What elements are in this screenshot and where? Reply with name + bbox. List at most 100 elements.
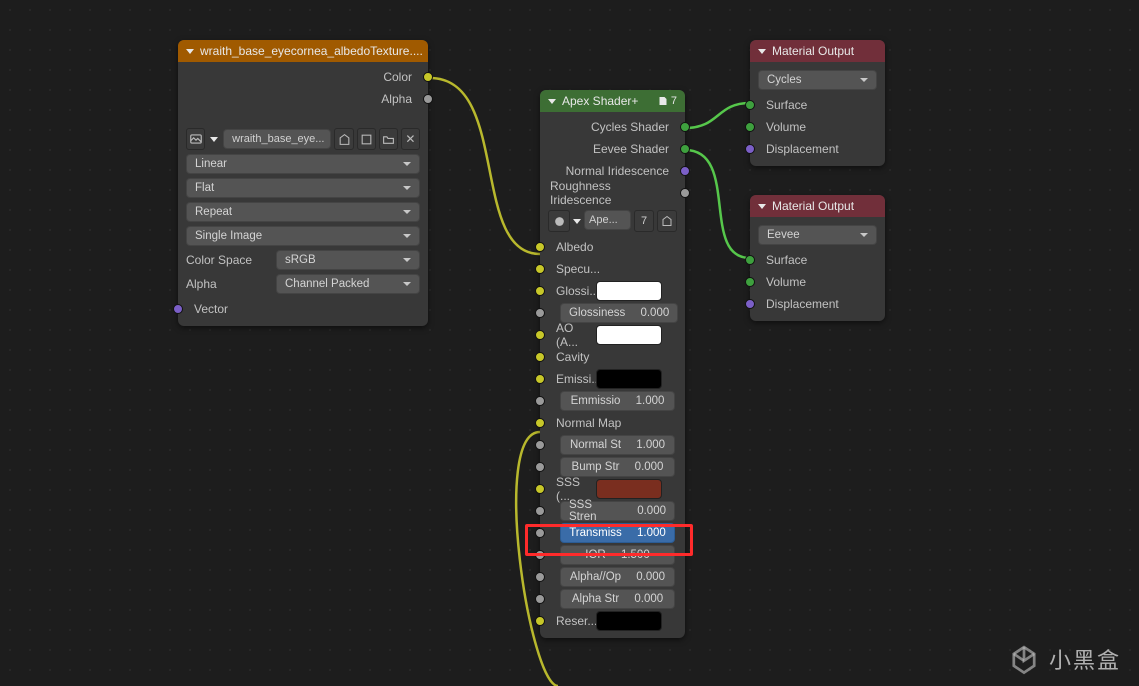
projection-dropdown[interactable]: Flat bbox=[186, 178, 420, 198]
disp-label: Displacement bbox=[766, 297, 839, 311]
emission-field[interactable]: Emmissio 1.000 bbox=[560, 391, 675, 411]
chevron-down-icon bbox=[573, 219, 581, 224]
socket-emissio-val-in[interactable] bbox=[535, 396, 545, 406]
ao-swatch[interactable] bbox=[596, 325, 662, 345]
nodegroup-icon[interactable] bbox=[548, 210, 570, 232]
new-image-icon[interactable] bbox=[357, 128, 376, 150]
socket-volume-in[interactable] bbox=[745, 122, 755, 132]
socket-specu-in[interactable] bbox=[535, 264, 545, 274]
watermark: 小黑盒 bbox=[1007, 642, 1121, 676]
volume-label: Volume bbox=[766, 275, 806, 289]
target-dropdown[interactable]: Eevee bbox=[758, 225, 877, 245]
node-title: Material Output bbox=[772, 199, 854, 213]
alpha-mode-dropdown[interactable]: Channel Packed bbox=[276, 274, 420, 294]
socket-surface-in[interactable] bbox=[745, 255, 755, 265]
socket-vector-in[interactable] bbox=[173, 304, 183, 314]
socket-disp-in[interactable] bbox=[745, 299, 755, 309]
socket-alpha-out[interactable] bbox=[423, 94, 433, 104]
cavity-label: Cavity bbox=[556, 350, 589, 364]
alpha-opacity-field[interactable]: Alpha//Op 0.000 bbox=[560, 567, 675, 587]
socket-surface-in[interactable] bbox=[745, 100, 755, 110]
logo-icon bbox=[1007, 642, 1041, 676]
fake-user-icon[interactable] bbox=[334, 128, 353, 150]
glossiness-field[interactable]: Glossiness 0.000 bbox=[560, 303, 678, 323]
chevron-down-icon bbox=[186, 49, 194, 54]
disp-label: Displacement bbox=[766, 142, 839, 156]
socket-emissi-in[interactable] bbox=[535, 374, 545, 384]
sss-strength-field[interactable]: SSS Stren 0.000 bbox=[560, 501, 675, 521]
socket-gloss-val-in[interactable] bbox=[535, 308, 545, 318]
nodegroup-name-field[interactable]: Ape... bbox=[584, 210, 631, 230]
glossi-swatch[interactable] bbox=[596, 281, 662, 301]
fake-user-icon[interactable] bbox=[657, 210, 677, 232]
bump-strength-field[interactable]: Bump Str 0.000 bbox=[560, 457, 675, 477]
socket-disp-in[interactable] bbox=[745, 144, 755, 154]
socket-volume-in[interactable] bbox=[745, 277, 755, 287]
emissi-label: Emissi... bbox=[556, 372, 596, 386]
socket-alphaop-in[interactable] bbox=[535, 572, 545, 582]
node-header[interactable]: Material Output bbox=[750, 40, 885, 62]
open-file-icon[interactable] bbox=[379, 128, 398, 150]
specu-label: Specu... bbox=[556, 262, 600, 276]
socket-cavity-in[interactable] bbox=[535, 352, 545, 362]
socket-bump-in[interactable] bbox=[535, 462, 545, 472]
node-header[interactable]: wraith_base_eyecornea_albedoTexture.... bbox=[178, 40, 428, 62]
node-title: Apex Shader+ bbox=[562, 94, 638, 108]
reser-label: Reser... bbox=[556, 614, 596, 628]
socket-ao-in[interactable] bbox=[535, 330, 545, 340]
socket-sssstren-in[interactable] bbox=[535, 506, 545, 516]
nodegroup-users-button[interactable]: 7 bbox=[634, 210, 654, 232]
material-output-node-cycles[interactable]: Material Output Cycles Surface Volume Di… bbox=[750, 40, 885, 166]
socket-normal-in[interactable] bbox=[535, 418, 545, 428]
color-space-dropdown[interactable]: sRGB bbox=[276, 250, 420, 270]
image-texture-node[interactable]: wraith_base_eyecornea_albedoTexture.... … bbox=[178, 40, 428, 326]
source-dropdown[interactable]: Single Image bbox=[186, 226, 420, 246]
alpha-strength-field[interactable]: Alpha Str 0.000 bbox=[560, 589, 675, 609]
normal-strength-field[interactable]: Normal St 1.000 bbox=[560, 435, 675, 455]
socket-glossi-in[interactable] bbox=[535, 286, 545, 296]
volume-label: Volume bbox=[766, 120, 806, 134]
target-dropdown[interactable]: Cycles bbox=[758, 70, 877, 90]
socket-sss-in[interactable] bbox=[535, 484, 545, 494]
unlink-icon[interactable]: ✕ bbox=[401, 128, 420, 150]
color-space-label: Color Space bbox=[186, 253, 268, 267]
glossi-label: Glossi... bbox=[556, 284, 596, 298]
socket-normalst-in[interactable] bbox=[535, 440, 545, 450]
chevron-down-icon bbox=[210, 137, 218, 142]
watermark-text: 小黑盒 bbox=[1049, 643, 1121, 675]
extension-dropdown[interactable]: Repeat bbox=[186, 202, 420, 222]
material-output-node-eevee[interactable]: Material Output Eevee Surface Volume Dis… bbox=[750, 195, 885, 321]
ao-label: AO (A... bbox=[556, 321, 596, 349]
sss-swatch[interactable] bbox=[596, 479, 662, 499]
out-normal-irid-label: Normal Iridescence bbox=[566, 164, 669, 178]
chevron-down-icon bbox=[758, 204, 766, 209]
surface-label: Surface bbox=[766, 98, 807, 112]
socket-ni-out[interactable] bbox=[680, 166, 690, 176]
out-eevee-label: Eevee Shader bbox=[593, 142, 669, 156]
output-color-label: Color bbox=[383, 70, 412, 84]
surface-label: Surface bbox=[766, 253, 807, 267]
socket-albedo-in[interactable] bbox=[535, 242, 545, 252]
normal-label: Normal Map bbox=[556, 416, 621, 430]
chevron-down-icon bbox=[548, 99, 556, 104]
node-title: wraith_base_eyecornea_albedoTexture.... bbox=[200, 44, 423, 58]
out-cycles-label: Cycles Shader bbox=[591, 120, 669, 134]
socket-cycles-out[interactable] bbox=[680, 122, 690, 132]
node-title: Material Output bbox=[772, 44, 854, 58]
node-header[interactable]: Material Output bbox=[750, 195, 885, 217]
interpolation-dropdown[interactable]: Linear bbox=[186, 154, 420, 174]
socket-eevee-out[interactable] bbox=[680, 144, 690, 154]
chevron-down-icon bbox=[758, 49, 766, 54]
socket-color-out[interactable] bbox=[423, 72, 433, 82]
alpha-mode-label: Alpha bbox=[186, 277, 268, 291]
out-rough-irid-label: Roughness Iridescence bbox=[550, 179, 669, 207]
emissi-swatch[interactable] bbox=[596, 369, 662, 389]
image-name-field[interactable]: wraith_base_eye... bbox=[223, 129, 331, 149]
image-browse-icon[interactable] bbox=[186, 128, 205, 150]
socket-alphastr-in[interactable] bbox=[535, 594, 545, 604]
socket-reser-in[interactable] bbox=[535, 616, 545, 626]
socket-ri-out[interactable] bbox=[680, 188, 690, 198]
vector-label: Vector bbox=[194, 302, 228, 316]
reser-swatch[interactable] bbox=[596, 611, 662, 631]
node-header[interactable]: Apex Shader+ 7 bbox=[540, 90, 685, 112]
